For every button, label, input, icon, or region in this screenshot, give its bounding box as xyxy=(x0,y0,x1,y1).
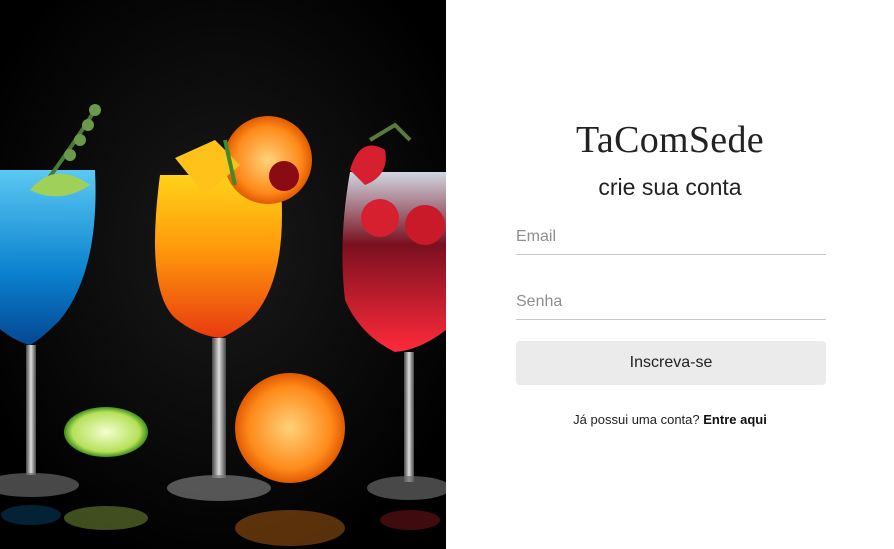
login-prompt-line: Já possui uma conta? Entre aqui xyxy=(446,412,894,427)
signup-panel: TaComSede crie sua conta Inscreva-se Já … xyxy=(446,0,894,549)
hero-image xyxy=(0,0,446,549)
password-field[interactable] xyxy=(516,285,826,320)
login-link[interactable]: Entre aqui xyxy=(703,412,767,427)
form-subtitle: crie sua conta xyxy=(598,174,742,200)
email-field[interactable] xyxy=(516,220,826,255)
login-prompt-text: Já possui uma conta? xyxy=(573,412,700,427)
signup-button[interactable]: Inscreva-se xyxy=(516,341,826,385)
cocktail-illustration xyxy=(0,0,446,549)
brand-title: TaComSede xyxy=(576,119,764,161)
